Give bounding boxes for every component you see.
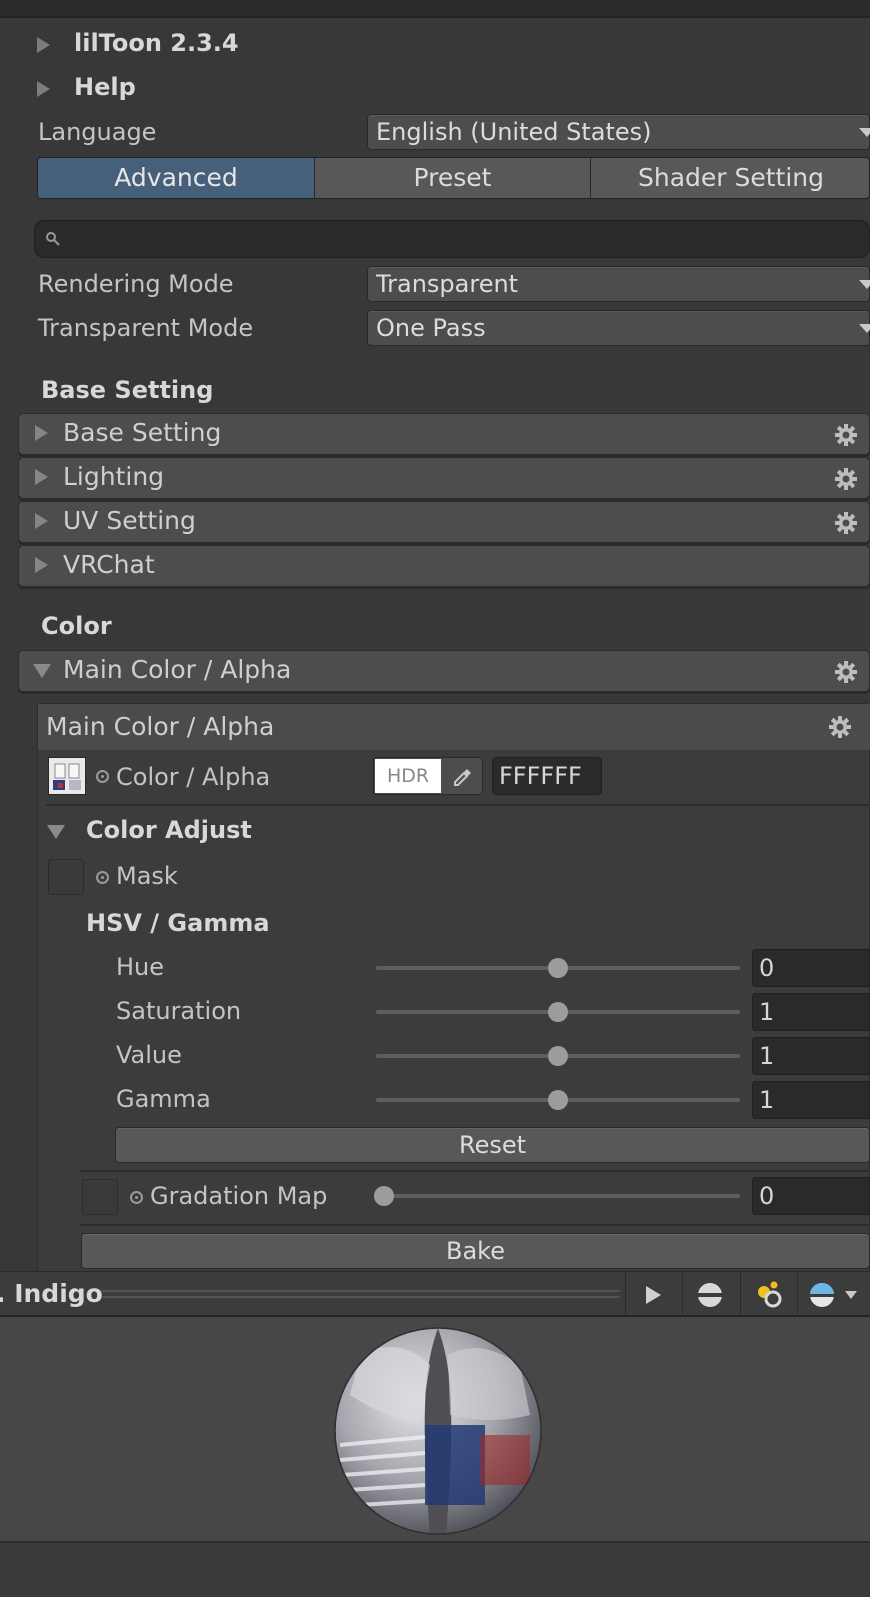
chevron-down-icon	[859, 280, 870, 289]
base-setting-section-title: Base Setting	[41, 376, 214, 404]
main-color-inner-title: Main Color / Alpha	[46, 712, 275, 741]
gear-icon[interactable]	[834, 467, 858, 491]
hue-value-input[interactable]: 0	[752, 949, 870, 987]
chevron-down-icon	[859, 128, 870, 137]
lighting-panel[interactable]: Lighting	[18, 457, 870, 499]
gradation-map-texture-slot[interactable]	[82, 1179, 118, 1215]
uv-setting-panel-label: UV Setting	[63, 506, 196, 535]
saturation-value-input[interactable]: 1	[752, 993, 870, 1031]
expand-arrow-icon	[35, 513, 48, 529]
sphere-mesh-icon[interactable]	[695, 1281, 725, 1309]
vrchat-panel[interactable]: VRChat	[18, 545, 870, 587]
rendering-mode-dropdown[interactable]: Transparent	[367, 266, 870, 302]
color-picker-field[interactable]: HDR	[373, 757, 483, 795]
light-toggle-icon[interactable]	[754, 1280, 784, 1310]
color-adjust-foldout[interactable]: Color Adjust	[86, 816, 252, 844]
gear-icon[interactable]	[834, 660, 858, 684]
expand-arrow-icon	[35, 425, 48, 441]
hex-color-input[interactable]: FFFFFF	[492, 757, 602, 795]
rendering-mode-label: Rendering Mode	[38, 270, 234, 298]
mask-label: Mask	[116, 862, 178, 890]
transparent-mode-label: Transparent Mode	[38, 314, 254, 342]
mode-tabs: Advanced Preset Shader Setting	[37, 157, 870, 199]
transparent-mode-value: One Pass	[376, 314, 486, 342]
transparent-mode-dropdown[interactable]: One Pass	[367, 310, 870, 346]
mask-texture-slot[interactable]	[48, 859, 84, 895]
base-setting-panel[interactable]: Base Setting	[18, 413, 870, 455]
language-dropdown-value: English (United States)	[376, 118, 652, 146]
expand-arrow-icon[interactable]	[37, 81, 50, 97]
help-foldout[interactable]: Help	[74, 73, 136, 101]
expand-arrow-icon	[35, 469, 48, 485]
bottom-status-strip	[0, 1541, 870, 1597]
base-setting-panel-label: Base Setting	[63, 418, 222, 447]
search-icon	[46, 232, 60, 246]
gamma-slider-knob[interactable]	[548, 1090, 568, 1110]
gradation-map-value-input[interactable]: 0	[752, 1177, 870, 1215]
chevron-down-icon	[859, 324, 870, 333]
background-sphere-icon[interactable]	[808, 1281, 838, 1309]
expand-arrow-icon	[35, 557, 48, 573]
gamma-label: Gamma	[116, 1085, 211, 1113]
eyedropper-icon[interactable]	[452, 766, 474, 788]
collapse-arrow-icon[interactable]	[47, 825, 65, 839]
preview-title: . Indigo	[0, 1279, 103, 1308]
rendering-mode-value: Transparent	[376, 270, 519, 298]
divider	[46, 804, 870, 806]
texture-preview-icon	[49, 758, 85, 794]
gradation-map-slider-track[interactable]	[376, 1194, 740, 1198]
gamma-value-input[interactable]: 1	[752, 1081, 870, 1119]
gear-icon[interactable]	[834, 511, 858, 535]
main-color-alpha-panel[interactable]: Main Color / Alpha	[18, 650, 870, 692]
saturation-label: Saturation	[116, 997, 242, 1025]
chevron-down-icon[interactable]	[845, 1291, 857, 1299]
gradation-map-slider-knob[interactable]	[374, 1186, 394, 1206]
hue-label: Hue	[116, 953, 165, 981]
saturation-slider-knob[interactable]	[548, 1002, 568, 1022]
gear-icon[interactable]	[834, 423, 858, 447]
preview-drag-line[interactable]	[102, 1296, 620, 1298]
gradation-map-label: Gradation Map	[150, 1182, 328, 1210]
value-value-input[interactable]: 1	[752, 1037, 870, 1075]
expand-arrow-icon[interactable]	[37, 37, 50, 53]
tab-shader-setting[interactable]: Shader Setting	[591, 158, 869, 198]
play-icon[interactable]	[641, 1283, 665, 1307]
uv-setting-panel[interactable]: UV Setting	[18, 501, 870, 543]
preview-toolbar: . Indigo	[0, 1271, 870, 1317]
tab-preset[interactable]: Preset	[315, 158, 591, 198]
hsv-gamma-title: HSV / Gamma	[86, 909, 270, 937]
reset-button[interactable]: Reset	[115, 1127, 870, 1163]
search-input[interactable]	[34, 220, 870, 258]
bake-button[interactable]: Bake	[81, 1233, 870, 1269]
material-preview-area[interactable]	[0, 1317, 870, 1541]
vrchat-panel-label: VRChat	[63, 550, 155, 579]
collapse-arrow-icon	[33, 664, 51, 678]
main-color-alpha-panel-label: Main Color / Alpha	[63, 655, 292, 684]
main-color-inner-header: Main Color / Alpha	[38, 704, 870, 750]
top-strip	[0, 0, 870, 18]
language-label: Language	[38, 118, 157, 146]
color-section-title: Color	[41, 612, 112, 640]
color-alpha-label: Color / Alpha	[116, 763, 271, 791]
language-dropdown[interactable]: English (United States)	[367, 114, 870, 150]
preview-drag-line[interactable]	[102, 1290, 620, 1292]
value-label: Value	[116, 1041, 182, 1069]
material-preview-sphere	[334, 1327, 542, 1535]
property-dot-icon	[96, 770, 109, 783]
divider	[80, 1170, 870, 1172]
property-dot-icon	[130, 1191, 143, 1204]
hue-slider-knob[interactable]	[548, 958, 568, 978]
tab-advanced[interactable]: Advanced	[38, 158, 315, 198]
liltoon-version-foldout[interactable]: lilToon 2.3.4	[74, 29, 239, 57]
divider	[80, 1224, 870, 1226]
gear-icon[interactable]	[828, 715, 852, 739]
hdr-color-swatch[interactable]: HDR	[375, 759, 441, 793]
property-dot-icon	[96, 871, 109, 884]
value-slider-knob[interactable]	[548, 1046, 568, 1066]
lighting-panel-label: Lighting	[63, 462, 165, 491]
main-texture-thumbnail[interactable]	[48, 757, 86, 795]
